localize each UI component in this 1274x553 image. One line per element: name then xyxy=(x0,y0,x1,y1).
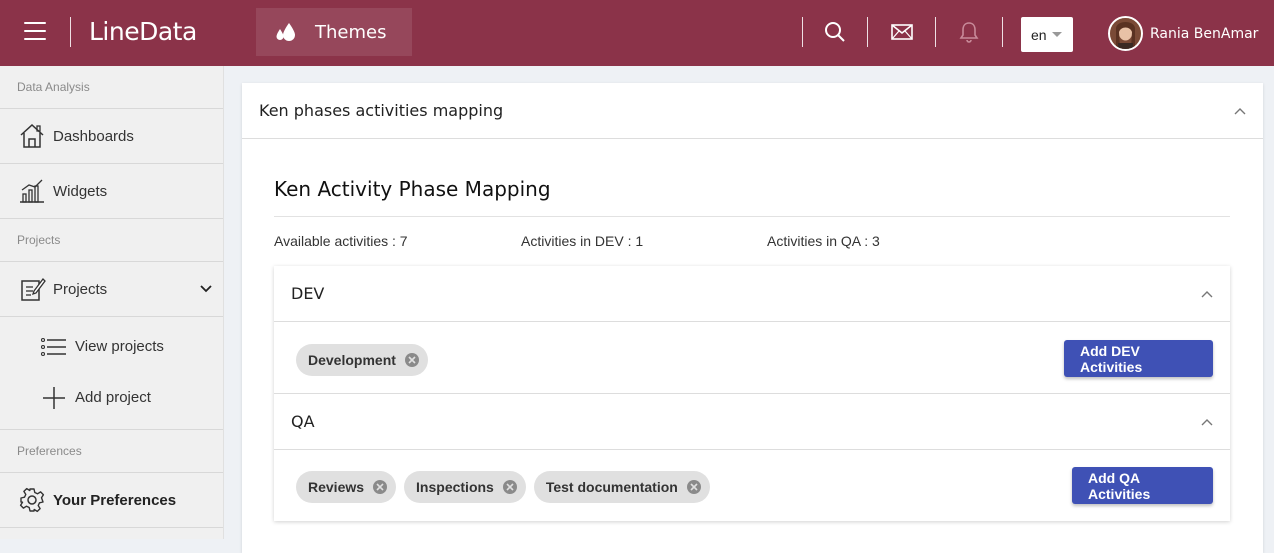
chip-label: Development xyxy=(308,352,396,368)
section-label: Preferences xyxy=(0,430,223,473)
phase-title: DEV xyxy=(291,284,325,303)
home-icon xyxy=(20,123,44,148)
edit-document-icon xyxy=(21,278,46,301)
user-name: Rania BenAmar xyxy=(1150,25,1259,42)
phases-accordion: DEV Development Add DEV Activities QA Re… xyxy=(274,266,1230,521)
plus-icon xyxy=(43,386,65,409)
sidebar-item-preferences[interactable]: Your Preferences xyxy=(0,473,223,528)
chip-list: Reviews Inspections Test documentation xyxy=(296,471,718,503)
divider xyxy=(802,17,803,47)
divider xyxy=(274,216,1230,217)
add-dev-activities-button[interactable]: Add DEV Activities xyxy=(1064,340,1213,377)
sidebar-item-label: Widgets xyxy=(53,182,108,200)
chevron-up-icon[interactable] xyxy=(1201,290,1213,298)
language-value: en xyxy=(1031,26,1047,43)
chip-list: Development xyxy=(296,344,436,376)
divider xyxy=(867,17,868,47)
sidebar-item-add-project[interactable]: Add project xyxy=(0,372,223,423)
list-icon xyxy=(40,337,66,356)
mail-icon[interactable] xyxy=(888,18,916,46)
section-label: Projects xyxy=(0,219,223,262)
projects-submenu: View projects Add project xyxy=(0,317,223,430)
sidebar-item-widgets[interactable]: Widgets xyxy=(0,164,223,219)
themes-label: Themes xyxy=(315,21,387,43)
remove-chip-icon[interactable] xyxy=(502,479,518,495)
sidebar-item-dashboards[interactable]: Dashboards xyxy=(0,109,223,164)
sidebar-item-label: Add project xyxy=(75,389,151,406)
chevron-up-icon[interactable] xyxy=(1234,107,1246,115)
activity-chip: Test documentation xyxy=(533,471,710,503)
sidebar-item-projects[interactable]: Projects xyxy=(0,262,223,317)
chip-label: Reviews xyxy=(308,479,365,495)
section-label: Data Analysis xyxy=(0,66,223,109)
sidebar-item-label: Projects xyxy=(53,280,108,298)
chip-label: Test documentation xyxy=(545,479,678,495)
search-icon[interactable] xyxy=(821,18,849,46)
activity-chip: Inspections xyxy=(404,471,526,503)
chevron-down-icon[interactable] xyxy=(199,282,213,296)
top-bar: LineData Themes en Rania BenAmar xyxy=(0,0,1274,66)
sidebar-item-view-projects[interactable]: View projects xyxy=(0,321,223,372)
divider xyxy=(935,17,936,47)
bell-icon[interactable] xyxy=(955,18,983,46)
card-title: Ken phases activities mapping xyxy=(259,101,504,120)
phase-header-qa[interactable]: QA xyxy=(274,394,1230,450)
chip-label: Inspections xyxy=(416,479,494,495)
avatar xyxy=(1108,16,1143,51)
phase-body-dev: Development Add DEV Activities xyxy=(274,322,1230,394)
caret-down-icon xyxy=(1051,32,1062,37)
brand-logo[interactable]: LineData xyxy=(89,17,197,46)
phase-body-qa: Reviews Inspections Test documentation A… xyxy=(274,450,1230,521)
language-select[interactable]: en xyxy=(1021,17,1073,52)
bar-chart-icon xyxy=(20,179,44,203)
sidebar-item-label: View projects xyxy=(75,338,164,355)
sidebar: Data Analysis Dashboards Widgets Project… xyxy=(0,66,224,539)
remove-chip-icon[interactable] xyxy=(404,352,420,368)
stat-qa: Activities in QA : 3 xyxy=(767,233,880,249)
card-header[interactable]: Ken phases activities mapping xyxy=(242,83,1263,139)
sidebar-item-label: Dashboards xyxy=(53,127,134,145)
user-menu[interactable]: Rania BenAmar xyxy=(1108,16,1258,51)
phase-title: QA xyxy=(291,412,315,431)
divider xyxy=(70,17,71,47)
phase-header-dev[interactable]: DEV xyxy=(274,266,1230,322)
drops-icon xyxy=(276,23,295,41)
activity-chip: Development xyxy=(296,344,428,376)
gear-icon xyxy=(19,487,45,513)
mapping-card: Ken phases activities mapping Ken Activi… xyxy=(242,83,1263,553)
remove-chip-icon[interactable] xyxy=(372,479,388,495)
sidebar-item-label: Your Preferences xyxy=(53,491,177,509)
stat-available: Available activities : 7 xyxy=(274,233,408,249)
themes-button[interactable]: Themes xyxy=(256,8,412,56)
add-qa-activities-button[interactable]: Add QA Activities xyxy=(1072,467,1213,504)
menu-icon[interactable] xyxy=(24,22,46,44)
activity-chip: Reviews xyxy=(296,471,397,503)
divider xyxy=(1002,17,1003,47)
chevron-up-icon[interactable] xyxy=(1201,418,1213,426)
remove-chip-icon[interactable] xyxy=(686,479,702,495)
stat-dev: Activities in DEV : 1 xyxy=(521,233,644,249)
page-title: Ken Activity Phase Mapping xyxy=(274,177,551,201)
